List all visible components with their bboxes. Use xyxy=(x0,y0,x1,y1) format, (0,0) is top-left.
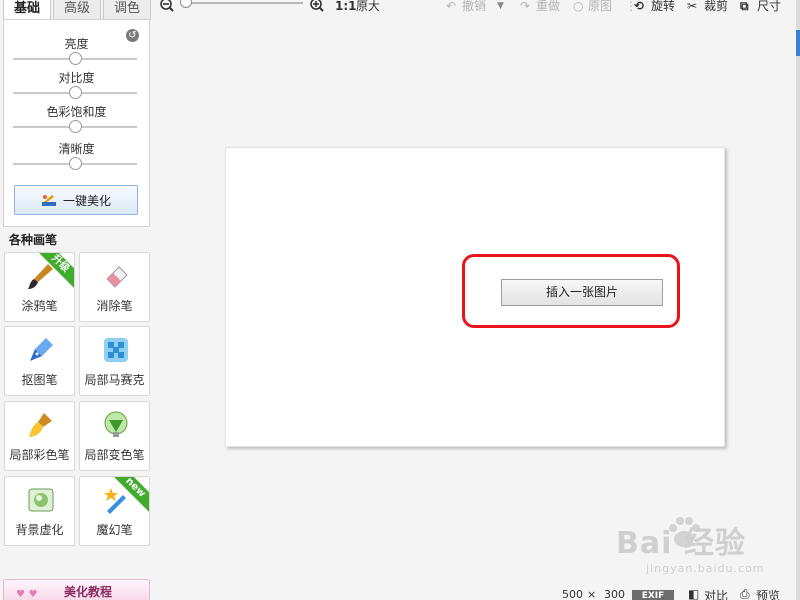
rotate-icon[interactable]: ⟲ xyxy=(634,0,644,14)
panel-tabs: 基础 高级 调色 xyxy=(0,0,155,21)
compare-button[interactable]: 对比 xyxy=(704,587,728,600)
brightness-slider-thumb[interactable] xyxy=(69,52,82,65)
right-scrollbar[interactable] xyxy=(796,0,800,600)
resize-button[interactable]: 尺寸 xyxy=(757,0,781,14)
sharpness-label: 清晰度 xyxy=(58,142,95,156)
color-change-brush-label: 局部变色笔 xyxy=(84,448,145,462)
color-change-icon xyxy=(101,410,131,440)
crop-button[interactable]: 裁剪 xyxy=(704,0,728,14)
rotate-button[interactable]: 旋转 xyxy=(651,0,675,14)
tab-advanced[interactable]: 高级 xyxy=(53,0,101,20)
crop-icon[interactable]: ✂ xyxy=(687,0,697,14)
annotation-highlight xyxy=(462,254,680,328)
dimension-separator: × xyxy=(587,588,597,600)
contrast-label: 对比度 xyxy=(58,71,95,85)
watermark-brand: Bai 经验 xyxy=(616,526,746,561)
cutout-brush-label: 抠图笔 xyxy=(21,373,58,387)
mosaic-brush-label: 局部马赛克 xyxy=(84,373,145,387)
background-blur-label: 背景虚化 xyxy=(15,523,64,537)
contrast-row: 对比度 xyxy=(4,70,149,99)
image-height: 300 xyxy=(604,588,625,600)
color-change-brush-tool[interactable]: 局部变色笔 xyxy=(79,401,150,471)
redo-button[interactable]: 重做 xyxy=(536,0,560,14)
redo-icon[interactable]: ↷ xyxy=(520,0,530,14)
doodle-brush-tool[interactable]: 升级 涂鸦笔 xyxy=(4,252,75,322)
magic-brush-label: 魔幻笔 xyxy=(96,523,133,537)
doodle-brush-label: 涂鸦笔 xyxy=(21,299,58,313)
mosaic-icon xyxy=(101,335,131,365)
zoom-slider-track[interactable] xyxy=(183,2,303,4)
scrollbar-thumb[interactable] xyxy=(796,30,800,56)
eraser-brush-tool[interactable]: 消除笔 xyxy=(79,252,150,322)
adjust-panel: ↺ 亮度 对比度 色彩饱和度 清晰度 一键美化 xyxy=(3,19,150,227)
tab-color[interactable]: 调色 xyxy=(103,0,151,20)
left-panel: 基础 高级 调色 ↺ 亮度 对比度 色彩饱和度 清晰度 一键美化 各种画笔 升级… xyxy=(0,0,155,600)
eraser-brush-label: 消除笔 xyxy=(96,299,133,313)
color-brush-icon xyxy=(26,410,56,440)
sharpness-row: 清晰度 xyxy=(4,141,149,170)
resize-icon[interactable]: ⧉ xyxy=(740,0,749,14)
tutorial-button[interactable]: ♥ ♥ 美化教程 xyxy=(3,579,150,600)
color-brush-label: 局部彩色笔 xyxy=(9,448,70,462)
saturation-label: 色彩饱和度 xyxy=(46,105,107,119)
brightness-row: 亮度 xyxy=(4,36,149,65)
compare-icon[interactable]: ◧ xyxy=(688,587,699,600)
contrast-slider-thumb[interactable] xyxy=(69,86,82,99)
pen-nib-icon xyxy=(26,335,56,365)
zoom-out-icon[interactable] xyxy=(160,0,174,14)
color-brush-tool[interactable]: 局部彩色笔 xyxy=(4,401,75,471)
magic-brush-tool[interactable]: new 魔幻笔 xyxy=(79,476,150,546)
brightness-label: 亮度 xyxy=(64,37,89,51)
one-click-beautify-label: 一键美化 xyxy=(62,193,111,208)
preview-icon[interactable]: ⎙ xyxy=(740,587,750,600)
ratio-label[interactable]: 1:1 xyxy=(335,0,357,14)
tutorial-label: 美化教程 xyxy=(64,585,113,599)
eraser-icon xyxy=(101,261,131,291)
undo-button[interactable]: 撤销 xyxy=(462,0,486,14)
beautify-icon xyxy=(41,193,57,207)
original-image-button[interactable]: 原图 xyxy=(588,0,612,14)
exif-button[interactable]: EXIF xyxy=(632,590,674,600)
preview-button[interactable]: 预览 xyxy=(756,587,780,600)
tab-basic[interactable]: 基础 xyxy=(3,0,51,21)
watermark-url: jingyan.baidu.com xyxy=(646,562,765,575)
sharpness-slider-thumb[interactable] xyxy=(69,157,82,170)
background-blur-icon xyxy=(26,485,56,515)
one-click-beautify-button[interactable]: 一键美化 xyxy=(14,185,138,215)
image-width: 500 xyxy=(562,588,583,600)
brushes-title: 各种画笔 xyxy=(9,233,58,247)
original-size-button[interactable]: 原大 xyxy=(356,0,380,14)
zoom-in-icon[interactable] xyxy=(310,0,324,14)
mosaic-brush-tool[interactable]: 局部马赛克 xyxy=(79,326,150,396)
saturation-row: 色彩饱和度 xyxy=(4,104,149,133)
undo-dropdown-icon[interactable]: ▼ xyxy=(497,0,504,14)
cutout-brush-tool[interactable]: 抠图笔 xyxy=(4,326,75,396)
original-image-icon[interactable]: ○ xyxy=(573,0,583,14)
background-blur-tool[interactable]: 背景虚化 xyxy=(4,476,75,546)
saturation-slider-thumb[interactable] xyxy=(69,120,82,133)
baidu-watermark: Bai 经验 jingyan.baidu.com xyxy=(616,517,766,580)
hearts-icon: ♥ ♥ xyxy=(16,589,38,600)
undo-icon[interactable]: ↶ xyxy=(446,0,456,14)
